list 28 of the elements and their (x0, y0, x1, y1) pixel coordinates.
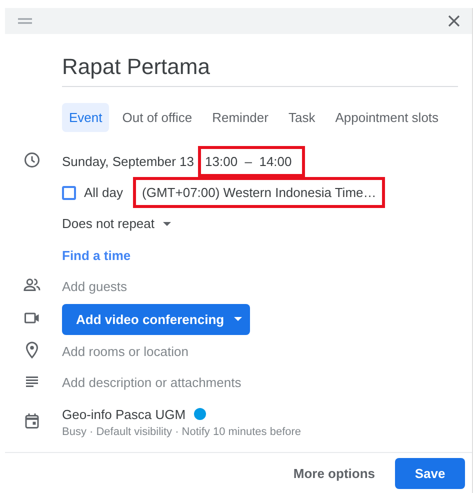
clock-icon (23, 151, 41, 169)
calendar-name[interactable]: Geo-info Pasca UGM (62, 406, 186, 422)
type-tab[interactable]: Reminder (205, 103, 276, 132)
type-tab[interactable]: Appointment slots (328, 103, 446, 132)
repeat-dropdown[interactable]: Does not repeat (62, 216, 171, 231)
save-button[interactable]: Save (395, 458, 465, 488)
event-details-text: Busy · Default visibility · Notify 10 minutes before (62, 426, 302, 438)
type-tab[interactable]: Event (62, 103, 110, 132)
guests-field[interactable]: Add guests (62, 279, 442, 294)
close-icon[interactable] (448, 15, 460, 27)
caret-icon (234, 317, 242, 321)
timezone-selector[interactable]: (GMT+07:00) Western Indonesia Time… (133, 177, 386, 208)
more-options-button[interactable]: More options (285, 458, 383, 488)
location-field[interactable]: Add rooms or location (62, 344, 442, 359)
calendar-icon (23, 412, 41, 430)
time-range[interactable]: 13:00 – 14:00 (198, 146, 305, 177)
date-text[interactable]: Sunday, September 13 (62, 154, 194, 169)
caret-icon (162, 222, 171, 226)
location-pin-icon (23, 341, 41, 359)
description-field[interactable]: Add description or attachments (62, 375, 442, 390)
all-day-checkbox[interactable] (62, 186, 76, 200)
people-icon (23, 276, 41, 294)
video-conferencing-button[interactable]: Add video conferencing (62, 304, 250, 334)
type-tab[interactable]: Task (281, 103, 322, 132)
type-tab[interactable]: Out of office (115, 103, 200, 132)
all-day-label: All day (84, 185, 124, 200)
drag-handle-icon[interactable] (18, 18, 32, 24)
find-time-link[interactable]: Find a time (62, 248, 131, 262)
